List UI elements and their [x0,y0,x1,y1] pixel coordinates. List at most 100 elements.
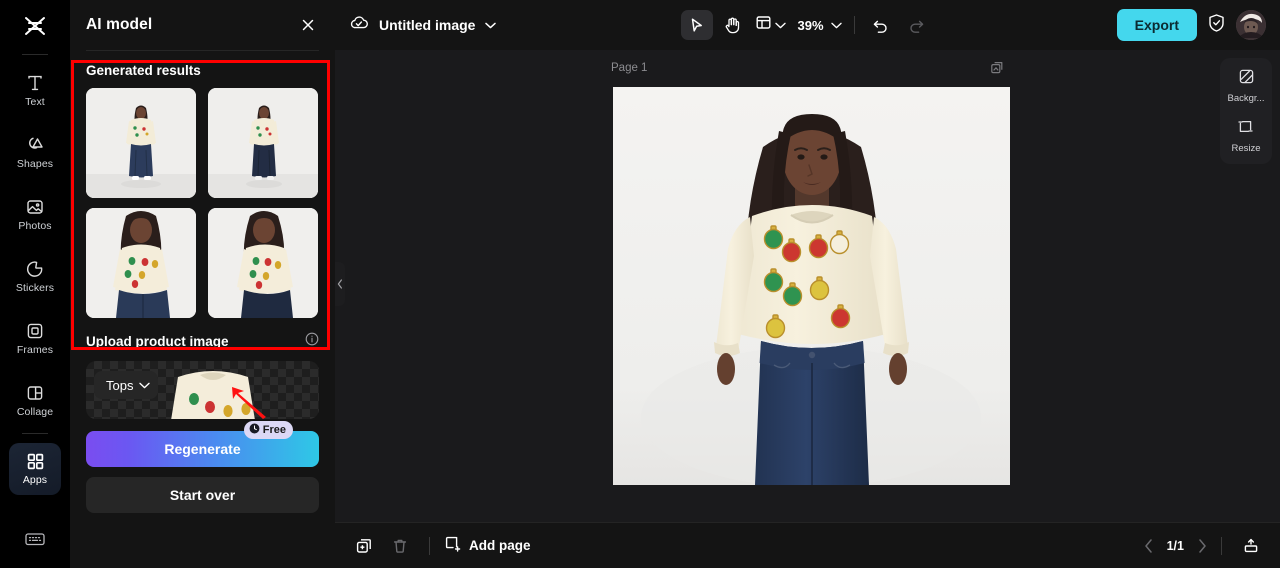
generated-results-grid [86,88,319,318]
sidebar-item-photos[interactable]: Photos [9,188,61,240]
bottom-divider-2 [1221,536,1222,555]
bottom-toolbar: Add page 1/1 [335,522,1280,568]
add-page-label: Add page [469,538,531,553]
export-button[interactable]: Export [1116,9,1197,41]
sidebar-item-label: Stickers [15,281,55,294]
sidebar-item-frames[interactable]: Frames [9,312,61,364]
page-navigation: 1/1 [1144,539,1207,553]
toolbar-center: 39% [506,10,1106,40]
page-indicator: 1/1 [1166,538,1184,553]
background-tool-label: Backgr... [1227,93,1265,104]
product-image-dropzone[interactable]: Tops [86,361,319,419]
document-title-group[interactable]: Untitled image [349,15,497,36]
result-thumbnail-3[interactable] [86,208,196,318]
duplicate-page-icon[interactable] [990,60,1005,80]
frames-icon [25,321,45,341]
document-title: Untitled image [379,17,476,33]
sidebar-item-stickers[interactable]: Stickers [9,250,61,302]
regenerate-wrap: Free Regenerate [70,419,335,467]
sidebar-item-apps[interactable]: Apps [9,443,61,495]
chevron-down-icon [830,16,842,34]
layout-selector[interactable] [753,14,788,36]
collage-icon [25,383,45,403]
generated-results-section: Generated results [70,51,335,318]
keyboard-icon[interactable] [24,531,46,552]
sidebar-item-label: Shapes [16,157,54,170]
artboard[interactable] [613,87,1010,485]
panel-title: AI model [86,16,153,33]
add-page-icon [444,535,461,557]
start-over-button[interactable]: Start over [86,477,319,513]
next-page-button[interactable] [1198,538,1207,553]
collapse-panel-icon[interactable] [1236,532,1266,560]
panel-collapse-handle[interactable] [335,262,345,306]
capcut-logo-icon[interactable] [0,0,70,52]
page-label: Page 1 [611,62,648,74]
toolbar-divider [853,16,855,34]
sidebar-item-label: Text [25,95,45,108]
upload-product-image-section: Upload product image Tops [70,318,335,419]
rail-divider-bottom [22,433,48,434]
resize-tool-label: Resize [1231,143,1261,154]
text-icon [25,73,45,93]
prev-page-button[interactable] [1144,538,1153,553]
resize-tool[interactable]: Resize [1231,116,1261,156]
chevron-down-icon [139,376,151,394]
zoom-level: 39% [797,17,824,33]
sidebar-item-collage[interactable]: Collage [9,374,61,426]
result-thumbnail-1[interactable] [86,88,196,198]
layout-icon [755,14,772,36]
sidebar-item-label: Collage [16,405,54,418]
canvas-area[interactable]: Page 1 Backgr... Resize [335,50,1280,522]
sidebar-item-shapes[interactable]: Shapes [9,126,61,178]
left-rail: Text Shapes Photos Stickers Frames Colla… [0,0,70,568]
redo-button[interactable] [901,10,933,40]
trash-icon[interactable] [385,532,415,560]
free-badge-label: Free [262,424,286,436]
product-image-preview [171,371,255,419]
main-area: Untitled image 39% Export Page 1 Backgr.… [335,0,1280,568]
float-tools-panel: Backgr... Resize [1220,58,1272,164]
top-toolbar: Untitled image 39% Export [335,0,1280,50]
shapes-icon [25,135,45,155]
bottom-divider [429,536,430,555]
clock-icon [249,421,260,439]
close-icon[interactable] [297,14,319,36]
undo-button[interactable] [865,10,897,40]
zoom-selector[interactable]: 39% [792,16,844,34]
upload-product-image-label: Upload product image [86,334,229,349]
ai-model-panel: AI model Generated results Upload produc… [70,0,335,568]
background-tool[interactable]: Backgr... [1227,66,1265,106]
add-page-button[interactable]: Add page [444,535,531,557]
sidebar-item-label: Photos [18,219,52,232]
category-select-value: Tops [106,377,134,393]
result-thumbnail-4[interactable] [207,208,318,318]
sidebar-item-label: Apps [22,474,48,486]
category-select[interactable]: Tops [94,371,159,399]
section-title-generated-results: Generated results [86,63,201,78]
toolbar-right: Export [1116,9,1266,41]
sidebar-item-text[interactable]: Text [9,64,61,116]
duplicate-icon[interactable] [349,532,379,560]
resize-icon [1237,118,1254,140]
photos-icon [25,197,45,217]
chevron-down-icon [774,16,786,34]
shield-check-icon[interactable] [1207,13,1226,38]
chevron-down-icon[interactable] [485,16,497,34]
cursor-tool[interactable] [680,10,713,40]
info-icon[interactable] [305,332,319,351]
apps-icon [26,452,45,471]
panel-header: AI model [70,0,335,50]
result-thumbnail-2[interactable] [207,88,318,198]
background-icon [1238,68,1255,90]
cloud-saved-icon [349,15,369,36]
avatar[interactable] [1236,10,1266,40]
sidebar-item-label: Frames [16,343,54,356]
stickers-icon [25,259,45,279]
upload-header: Upload product image [86,332,319,351]
model-image [613,87,1010,485]
rail-divider-top [22,54,48,55]
hand-tool[interactable] [717,10,749,40]
capcut-editor: Text Shapes Photos Stickers Frames Colla… [0,0,1280,568]
free-badge: Free [243,421,293,439]
